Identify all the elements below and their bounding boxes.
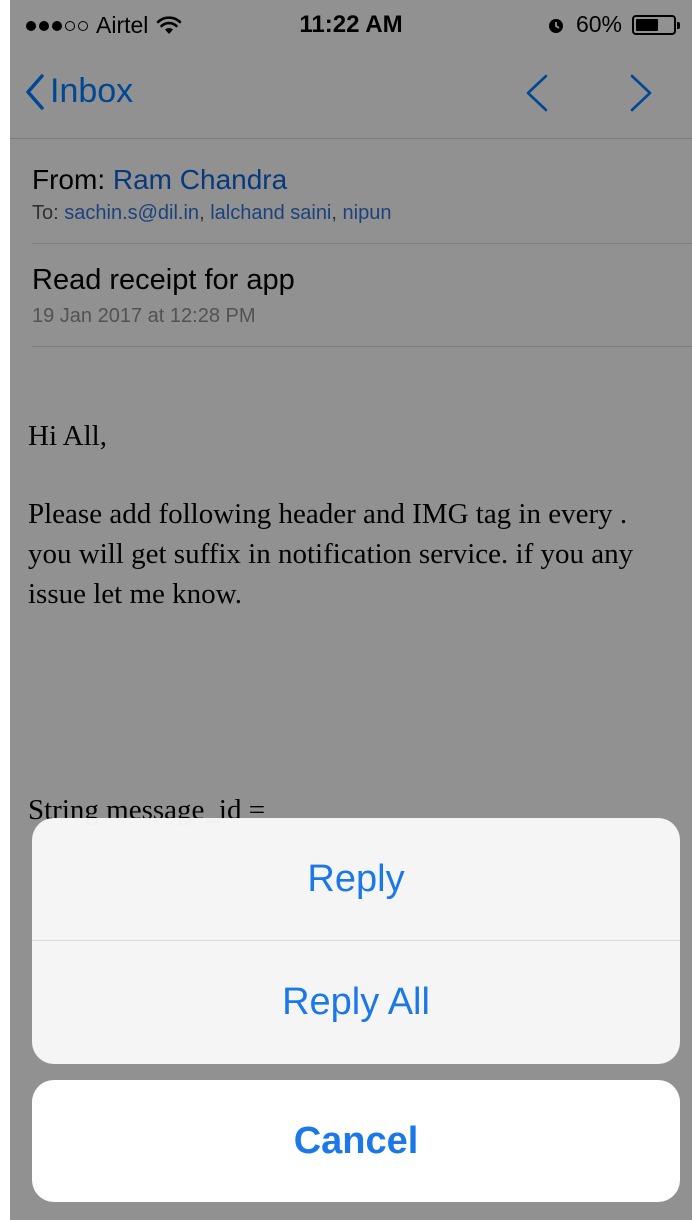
- cancel-button[interactable]: Cancel: [32, 1080, 680, 1202]
- action-sheet: Reply Reply All: [32, 818, 680, 1064]
- mail-screen: Airtel 11:22 AM 60% Inbox From: Ram Chan…: [10, 0, 692, 1220]
- reply-all-button[interactable]: Reply All: [32, 941, 680, 1063]
- reply-button[interactable]: Reply: [32, 818, 680, 940]
